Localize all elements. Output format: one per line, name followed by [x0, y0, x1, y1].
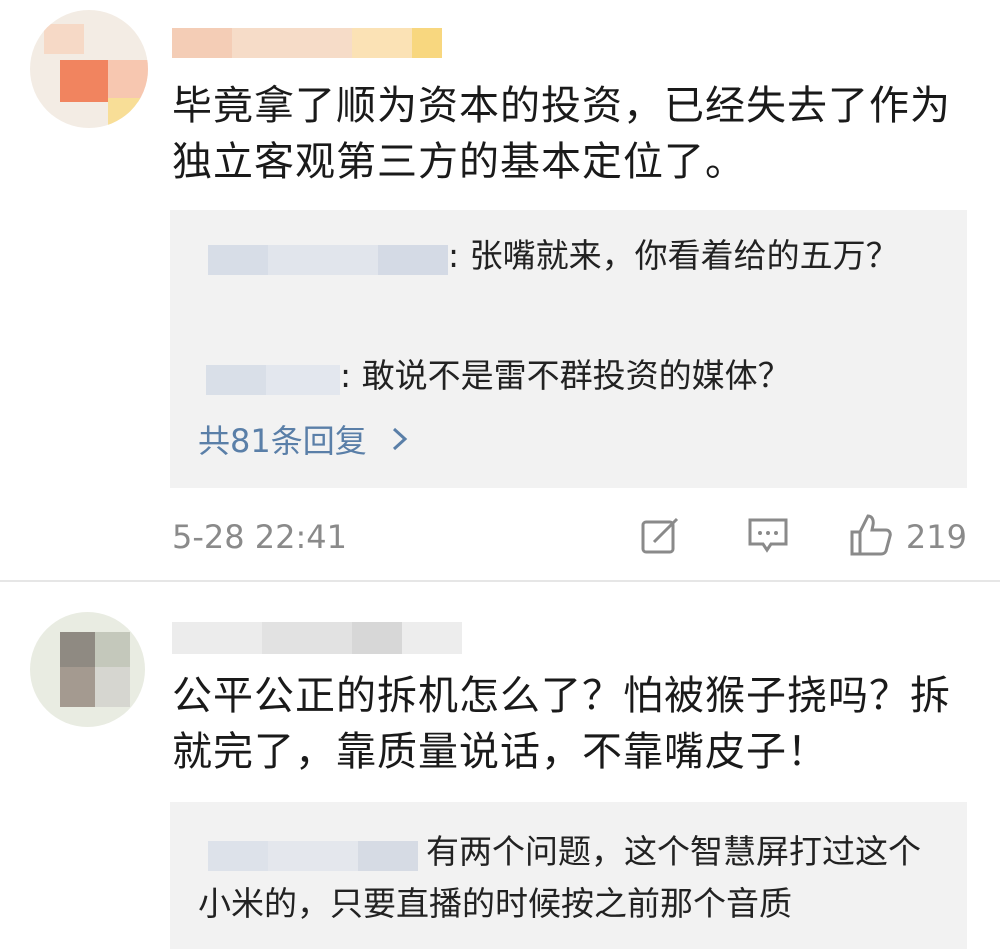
reply-box[interactable]: : 张嘴就来，你看着给的五万？ : 敢说不是雷不群投资的媒体？ 共81条回复 — [170, 210, 967, 488]
thumbs-up-icon[interactable] — [848, 512, 894, 562]
reply-item[interactable]: : 张嘴就来，你看着给的五万？ — [198, 230, 938, 282]
comment-icon[interactable] — [747, 516, 789, 560]
divider — [0, 580, 1000, 582]
chevron-right-icon — [391, 422, 409, 460]
comment-text: 毕竟拿了顺为资本的投资，已经失去了作为独立客观第三方的基本定位了。 — [172, 83, 951, 185]
username-blurred[interactable] — [172, 28, 442, 68]
reply-username-blurred[interactable] — [198, 361, 340, 395]
timestamp: 5-28 22:41 — [172, 518, 348, 556]
reply-username-blurred[interactable] — [198, 837, 426, 871]
reply-item[interactable]: : 敢说不是雷不群投资的媒体？ — [198, 350, 938, 402]
reply-item[interactable]: 有两个问题，这个智慧屏打过这个小米的，只要直播的时候按之前那个音质 — [198, 826, 938, 930]
reply-text: : 敢说不是雷不群投资的媒体？ — [340, 356, 791, 395]
avatar[interactable] — [30, 612, 145, 727]
username-blurred[interactable] — [172, 622, 462, 662]
comment-text: 公平公正的拆机怎么了？怕被猴子挠吗？拆就完了，靠质量说话，不靠嘴皮子！ — [172, 673, 951, 775]
reply-username-blurred[interactable] — [198, 241, 448, 275]
reply-text: : 张嘴就来，你看着给的五万？ — [448, 236, 899, 275]
more-replies-link[interactable]: 共81条回复 — [198, 416, 409, 462]
reply-box[interactable]: 有两个问题，这个智慧屏打过这个小米的，只要直播的时候按之前那个音质 — [170, 802, 967, 949]
avatar[interactable] — [30, 10, 148, 128]
comment-meta: 5-28 22:41 219 — [172, 512, 967, 562]
like-count: 219 — [905, 518, 967, 556]
share-icon[interactable] — [640, 516, 680, 560]
